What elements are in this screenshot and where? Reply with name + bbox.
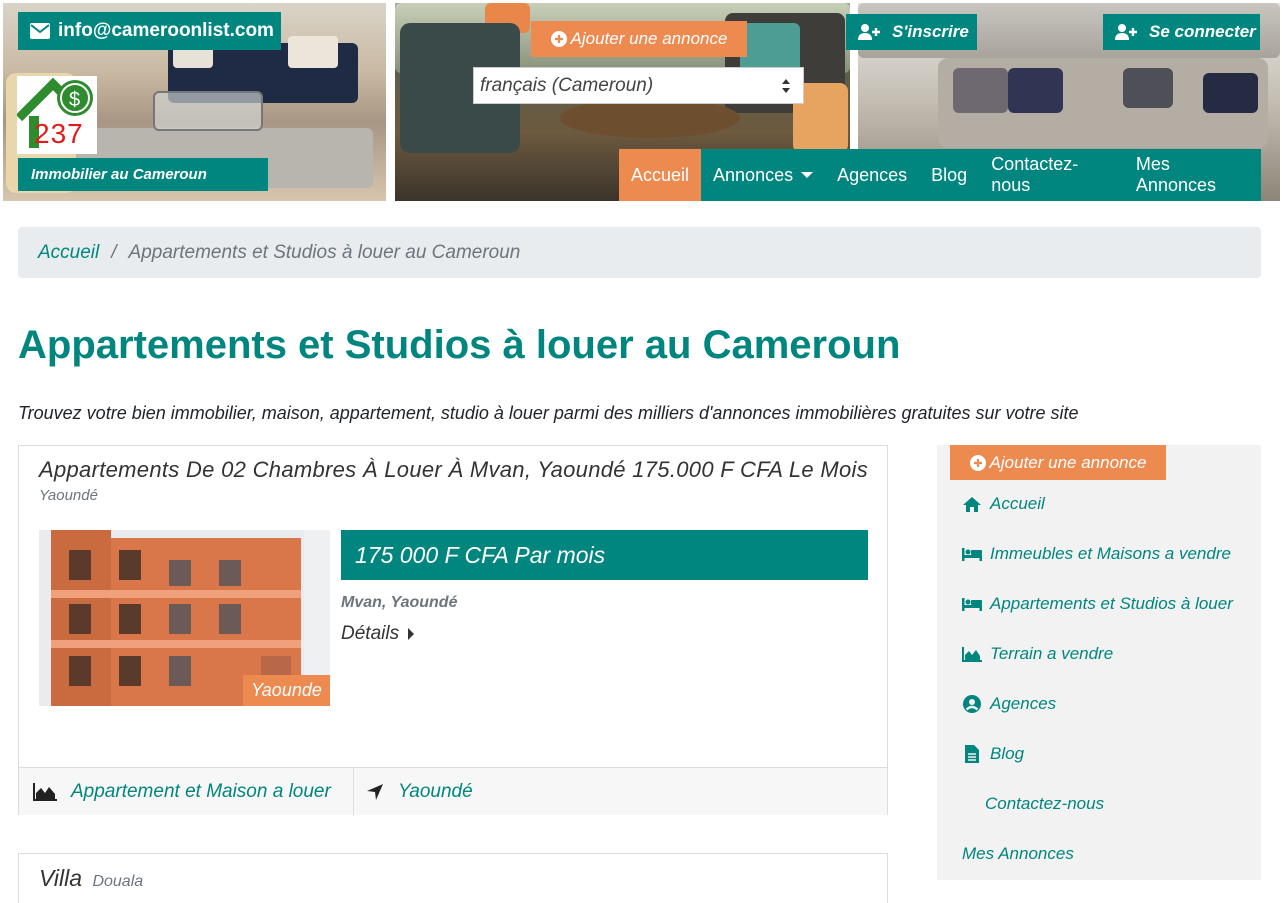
nav-item-mes-annonces[interactable]: Mes Annonces: [1124, 149, 1261, 201]
page-subtitle: Trouvez votre bien immobilier, maison, a…: [18, 403, 1079, 423]
site-header: info@cameroonlist.com $ 237 Immobilier a…: [0, 0, 1282, 203]
svg-text:$: $: [69, 89, 80, 111]
user-plus-icon: [858, 24, 880, 40]
breadcrumb-home-link[interactable]: Accueil: [38, 242, 99, 264]
image-location-badge: Yaounde: [243, 675, 330, 706]
listing-city: Yaoundé: [39, 487, 98, 504]
sidebar-item-label: Agences: [990, 694, 1057, 713]
breadcrumb-current: Appartements et Studios à louer au Camer…: [128, 241, 521, 263]
sidebar-item-blog[interactable]: Blog: [962, 744, 1024, 764]
nav-item-accueil[interactable]: Accueil: [619, 149, 702, 201]
language-select[interactable]: français (Cameroun): [473, 67, 804, 104]
sidebar-item-label: Immeubles et Maisons a vendre: [990, 544, 1231, 563]
site-tagline: Immobilier au Cameroun: [18, 158, 268, 191]
sidebar-item-contact[interactable]: Contactez-nous: [985, 794, 1104, 814]
add-listing-button[interactable]: Ajouter une annonce: [531, 21, 747, 57]
main-nav: Accueil Annonces Agences Blog Contactez-…: [619, 149, 1261, 201]
listing-card: Villa Douala: [18, 853, 888, 903]
sidebar-item-immeubles[interactable]: Immeubles et Maisons a vendre: [962, 544, 1231, 564]
nav-item-annonces-label: Annonces: [713, 164, 794, 185]
caret-down-icon: [801, 171, 814, 179]
email-link[interactable]: info@cameroonlist.com: [18, 12, 281, 50]
listing-card: Appartements De 02 Chambres À Louer À Mv…: [18, 445, 888, 816]
home-icon: [962, 496, 982, 512]
listing-place-link[interactable]: Yaoundé: [354, 768, 473, 816]
breadcrumb: Accueil / Appartements et Studios à loue…: [18, 227, 1261, 278]
listing-price: 175 000 F CFA Par mois: [341, 530, 868, 580]
details-label: Détails: [341, 623, 400, 644]
login-button[interactable]: Se connecter: [1103, 14, 1260, 50]
area-chart-icon: [962, 646, 982, 662]
sidebar-item-terrain[interactable]: Terrain a vendre: [962, 644, 1113, 664]
sidebar-item-appartements[interactable]: Appartements et Studios à louer: [962, 594, 1233, 614]
listing-category-label: Appartement et Maison a louer: [71, 781, 331, 802]
sidebar-item-agences[interactable]: Agences: [962, 694, 1056, 714]
sidebar-add-listing-button[interactable]: Ajouter une annonce: [950, 445, 1166, 480]
sidebar-item-label: Terrain a vendre: [990, 644, 1114, 663]
sidebar-item-accueil[interactable]: Accueil: [962, 494, 1045, 514]
envelope-icon: [30, 23, 50, 39]
sidebar-item-label: Appartements et Studios à louer: [990, 594, 1233, 613]
nav-item-blog[interactable]: Blog: [919, 149, 979, 201]
listing-city: Douala: [92, 873, 144, 890]
login-label: Se connecter: [1149, 22, 1256, 41]
nav-item-contact[interactable]: Contactez-nous: [979, 149, 1124, 201]
listing-title[interactable]: Villa Douala: [39, 865, 143, 892]
page-title: Appartements et Studios à louer au Camer…: [18, 323, 901, 367]
signup-label: S'inscrire: [892, 22, 969, 41]
listing-footer: Appartement et Maison a louer Yaoundé: [19, 767, 887, 816]
listing-location: Mvan, Yaoundé: [341, 594, 458, 611]
sidebar-item-label: Accueil: [990, 494, 1045, 513]
sidebar-add-listing-label: Ajouter une annonce: [989, 452, 1147, 472]
signup-button[interactable]: S'inscrire: [846, 14, 977, 50]
file-icon: [962, 745, 982, 763]
nav-item-annonces[interactable]: Annonces: [701, 149, 825, 201]
listing-place-label: Yaoundé: [398, 781, 473, 802]
user-circle-icon: [962, 695, 982, 713]
location-arrow-icon: [366, 783, 384, 801]
sidebar-item-mes-annonces[interactable]: Mes Annonces: [962, 844, 1074, 864]
listing-title[interactable]: Appartements De 02 Chambres À Louer À Mv…: [39, 457, 868, 483]
details-link[interactable]: Détails: [341, 623, 415, 645]
nav-item-agences[interactable]: Agences: [825, 149, 919, 201]
caret-right-icon: [407, 628, 415, 640]
add-listing-label: Ajouter une annonce: [570, 29, 728, 48]
sidebar: Ajouter une annonce Accueil Immeubles et…: [937, 445, 1261, 880]
listing-category-link[interactable]: Appartement et Maison a louer: [19, 768, 354, 816]
bed-icon: [962, 547, 982, 561]
user-plus-icon: [1115, 24, 1137, 40]
breadcrumb-separator: /: [111, 241, 117, 263]
listing-title-text: Villa: [39, 865, 83, 891]
plus-circle-icon: [969, 454, 986, 471]
email-text: info@cameroonlist.com: [58, 20, 274, 41]
bed-icon: [962, 597, 982, 611]
area-chart-icon: [33, 783, 57, 801]
plus-circle-icon: [550, 31, 567, 47]
logo-number: 237: [34, 118, 84, 149]
language-value: français (Cameroun): [480, 74, 654, 96]
sidebar-item-label: Blog: [990, 744, 1025, 763]
select-arrows-icon: [781, 77, 791, 95]
